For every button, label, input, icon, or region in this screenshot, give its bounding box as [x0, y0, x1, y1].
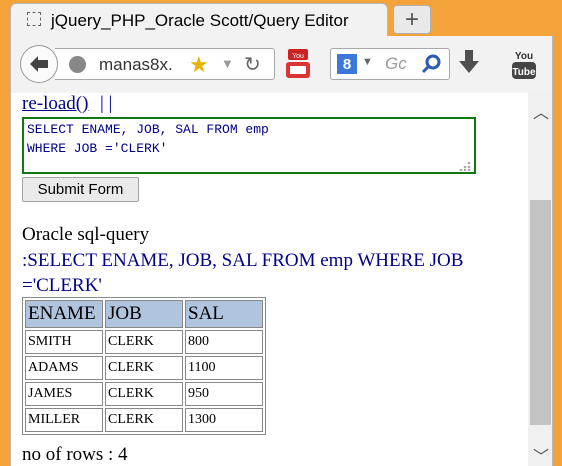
oracle-query-label: Oracle sql-query	[22, 224, 150, 245]
table-cell: CLERK	[105, 356, 183, 380]
row-count: no of rows : 4	[22, 444, 128, 465]
youtube-icon[interactable]: You	[285, 49, 311, 79]
table-cell: ADAMS	[25, 356, 103, 380]
table-cell: JAMES	[25, 382, 103, 406]
table-cell: CLERK	[105, 330, 183, 354]
back-button[interactable]	[20, 45, 58, 83]
table-cell: 1100	[185, 356, 263, 380]
table-row: SMITH CLERK 800	[25, 330, 263, 354]
browser-tab[interactable]: jQuery_PHP_Oracle Scott/Query Editor	[10, 3, 388, 36]
table-row: ADAMS CLERK 1100	[25, 356, 263, 380]
url-text: manas8x.	[99, 55, 173, 74]
submit-button[interactable]: Submit Form	[22, 177, 139, 202]
youtube-icon[interactable]: You Tube	[511, 48, 537, 80]
tab-strip: jQuery_PHP_Oracle Scott/Query Editor +	[0, 0, 562, 36]
reload-separator: | |	[100, 93, 113, 114]
table-cell: 950	[185, 382, 263, 406]
google-icon[interactable]: 8	[337, 54, 357, 74]
table-cell: CLERK	[105, 382, 183, 406]
table-header-row: ENAME JOB SAL	[25, 300, 263, 328]
results-table: ENAME JOB SAL SMITH CLERK 800 ADAMS CLER…	[22, 297, 266, 435]
query-textarea[interactable]: SELECT ENAME, JOB, SAL FROM emp WHERE JO…	[22, 117, 476, 174]
navigation-toolbar: manas8x. ★ ▼ ↻ You 8 ▼ Gc You Tube	[10, 36, 553, 93]
search-engine-dropdown-icon[interactable]: ▼	[362, 56, 373, 68]
table-row: JAMES CLERK 950	[25, 382, 263, 406]
column-header: JOB	[105, 300, 183, 328]
column-header: ENAME	[25, 300, 103, 328]
reload-icon[interactable]: ↻	[244, 52, 261, 77]
search-placeholder: Gc	[385, 54, 407, 73]
table-cell: 1300	[185, 408, 263, 432]
page-content: re-load() | | SELECT ENAME, JOB, SAL FRO…	[10, 93, 553, 466]
scroll-down-icon[interactable]: ﹀	[533, 443, 549, 466]
dropdown-icon[interactable]: ▼	[221, 56, 234, 71]
scrollbar-thumb[interactable]	[530, 200, 551, 425]
svg-text:You: You	[292, 53, 304, 60]
table-row: MILLER CLERK 1300	[25, 408, 263, 432]
magnifier-icon[interactable]	[421, 53, 443, 75]
star-icon[interactable]: ★	[189, 52, 209, 78]
back-arrow-icon	[30, 56, 48, 72]
table-cell: CLERK	[105, 408, 183, 432]
column-header: SAL	[185, 300, 263, 328]
scroll-up-icon[interactable]: ︿	[533, 99, 549, 123]
table-cell: SMITH	[25, 330, 103, 354]
vertical-scrollbar[interactable]: ︿ ﹀	[528, 93, 552, 466]
resize-grip-icon[interactable]	[457, 161, 471, 171]
url-bar[interactable]: manas8x. ★ ▼ ↻	[55, 48, 275, 80]
table-cell: 800	[185, 330, 263, 354]
svg-text:Tube: Tube	[512, 67, 536, 78]
reload-link[interactable]: re-load()	[22, 93, 88, 115]
new-tab-button[interactable]: +	[393, 5, 431, 34]
download-icon[interactable]	[458, 50, 480, 76]
search-box[interactable]: 8 ▼ Gc	[330, 48, 450, 80]
sql-echo: :SELECT ENAME, JOB, SAL FROM emp WHERE J…	[22, 250, 464, 296]
tab-title: jQuery_PHP_Oracle Scott/Query Editor	[51, 11, 349, 30]
tab-favicon-icon	[27, 12, 41, 26]
table-cell: MILLER	[25, 408, 103, 432]
globe-icon	[69, 56, 86, 73]
svg-text:You: You	[515, 51, 533, 62]
